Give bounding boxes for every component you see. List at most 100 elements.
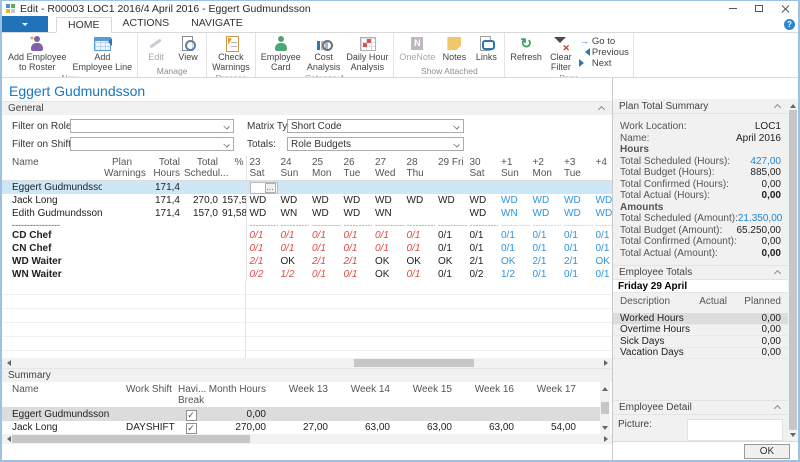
day-cell[interactable]: OK [278, 255, 310, 268]
day-cell[interactable]: OK [404, 255, 436, 268]
day-cell[interactable]: WD [246, 207, 278, 220]
refresh-button[interactable]: Refresh [507, 34, 545, 63]
clear-filter-button[interactable]: Clear Filter [545, 34, 577, 73]
total-cell[interactable]: 157,50 [220, 194, 246, 207]
day-cell[interactable] [309, 181, 341, 195]
close-button[interactable] [772, 1, 798, 16]
having-break-cell[interactable] [176, 421, 206, 434]
day-cell[interactable]: 2/1 [309, 255, 341, 268]
total-cell[interactable] [182, 220, 220, 229]
day-cell[interactable]: 0/1 [593, 242, 613, 255]
day-cell[interactable] [530, 181, 562, 195]
employee-totals-row[interactable]: Overtime Hours0,00 [613, 325, 788, 337]
total-cell[interactable] [102, 242, 134, 255]
day-cell[interactable]: ----------- [341, 220, 373, 229]
total-cell[interactable]: 157,0 [182, 207, 220, 220]
day-cell[interactable]: 0/1 [467, 229, 499, 242]
scrollbar-thumb[interactable] [789, 110, 797, 430]
maximize-button[interactable] [746, 1, 772, 16]
day-cell[interactable]: WD [404, 194, 436, 207]
add-employee-line-button[interactable]: Add Employee Line [70, 34, 136, 73]
day-cell[interactable]: OK [372, 255, 404, 268]
total-cell[interactable] [102, 194, 134, 207]
day-cell[interactable]: ----------- [278, 220, 310, 229]
matrix-empty-rows[interactable] [2, 281, 612, 358]
day-cell[interactable]: WD [309, 194, 341, 207]
day-cell[interactable] [341, 181, 373, 195]
total-cell[interactable] [182, 268, 220, 281]
day-cell[interactable]: WD [498, 194, 530, 207]
total-cell[interactable] [182, 242, 220, 255]
day-cell[interactable]: ----------- [467, 220, 499, 229]
work-shift-cell[interactable]: DAYSHIFT [124, 421, 176, 434]
day-cell[interactable]: WD [246, 194, 278, 207]
scrollbar-thumb[interactable] [12, 435, 250, 443]
name-cell[interactable]: Eggert Gudmundsson [2, 408, 124, 422]
day-cell[interactable] [404, 181, 436, 195]
having-break-cell[interactable] [176, 408, 206, 422]
day-cell[interactable]: WD [435, 194, 467, 207]
day-cell[interactable]: WD [530, 194, 562, 207]
add-employee-to-roster-button[interactable]: Add Employee to Roster [5, 34, 70, 73]
week-hours-cell[interactable]: 27,00 [268, 421, 330, 434]
day-cell[interactable]: ----------- [246, 220, 278, 229]
check-warnings-button[interactable]: Check Warnings [209, 34, 253, 73]
day-cell[interactable]: WN [498, 207, 530, 220]
filter-on-shift-dropdown[interactable] [70, 137, 234, 151]
day-cell[interactable]: 0/1 [467, 242, 499, 255]
total-cell[interactable] [182, 181, 220, 195]
day-cell[interactable]: 0/1 [530, 242, 562, 255]
day-cell[interactable] [561, 181, 593, 195]
day-cell[interactable]: 0/2 [246, 268, 278, 281]
minimize-button[interactable] [720, 1, 746, 16]
work-shift-cell[interactable] [124, 408, 176, 422]
week-hours-cell[interactable] [516, 408, 578, 422]
employee-picture[interactable] [687, 419, 783, 441]
week-hours-cell[interactable] [392, 408, 454, 422]
tab-home[interactable]: HOME [56, 17, 112, 33]
week-hours-cell[interactable] [268, 408, 330, 422]
total-cell[interactable] [220, 220, 246, 229]
matrix-horizontal-scrollbar[interactable] [2, 358, 612, 368]
name-cell[interactable]: Eggert Gudmundsson [2, 181, 102, 195]
day-cell[interactable]: 0/1 [561, 242, 593, 255]
day-cell[interactable]: 0/1 [309, 229, 341, 242]
scroll-left-arrow[interactable] [2, 434, 12, 444]
day-cell[interactable]: ----------- [530, 220, 562, 229]
day-cell[interactable]: 0/1 [530, 268, 562, 281]
total-cell[interactable] [102, 229, 134, 242]
day-cell[interactable] [467, 181, 499, 195]
next-button[interactable]: Next [579, 58, 629, 69]
day-cell[interactable]: 0/1 [309, 268, 341, 281]
cost-analysis-button[interactable]: Cost Analysis [304, 34, 344, 73]
collapse-icon[interactable] [597, 104, 606, 113]
employee-totals-row[interactable]: Sick Days0,00 [613, 336, 788, 348]
ok-button[interactable]: OK [744, 444, 790, 459]
week-hours-cell[interactable] [454, 408, 516, 422]
filter-on-role-dropdown[interactable] [70, 119, 234, 133]
day-cell[interactable]: WD [593, 207, 613, 220]
day-cell[interactable]: 0/1 [372, 242, 404, 255]
assist-edit-button[interactable] [265, 183, 276, 193]
day-cell[interactable]: 0/1 [246, 229, 278, 242]
day-cell[interactable]: 0/1 [278, 242, 310, 255]
day-cell[interactable]: OK [372, 268, 404, 281]
daily-hour-analysis-button[interactable]: Daily Hour Analysis [343, 34, 391, 73]
employee-card-button[interactable]: Employee Card [258, 34, 304, 73]
scroll-left-arrow[interactable] [2, 358, 12, 368]
app-menu-button[interactable] [2, 16, 48, 32]
week-hours-cell[interactable]: 63,00 [454, 421, 516, 434]
go-to-button[interactable]: Go to [579, 36, 629, 47]
scroll-right-arrow[interactable] [602, 358, 612, 368]
day-cell[interactable]: ----------- [404, 220, 436, 229]
total-cell[interactable] [102, 207, 134, 220]
day-cell[interactable]: WN [372, 207, 404, 220]
checkbox[interactable] [186, 410, 197, 421]
week-hours-cell[interactable]: 54,00 [516, 421, 578, 434]
collapse-icon[interactable] [773, 102, 782, 111]
total-cell[interactable] [220, 242, 246, 255]
day-cell[interactable]: 0/1 [593, 268, 613, 281]
day-cell[interactable]: WD [467, 207, 499, 220]
day-cell[interactable]: 0/1 [246, 242, 278, 255]
day-cell[interactable]: ----------- [372, 220, 404, 229]
